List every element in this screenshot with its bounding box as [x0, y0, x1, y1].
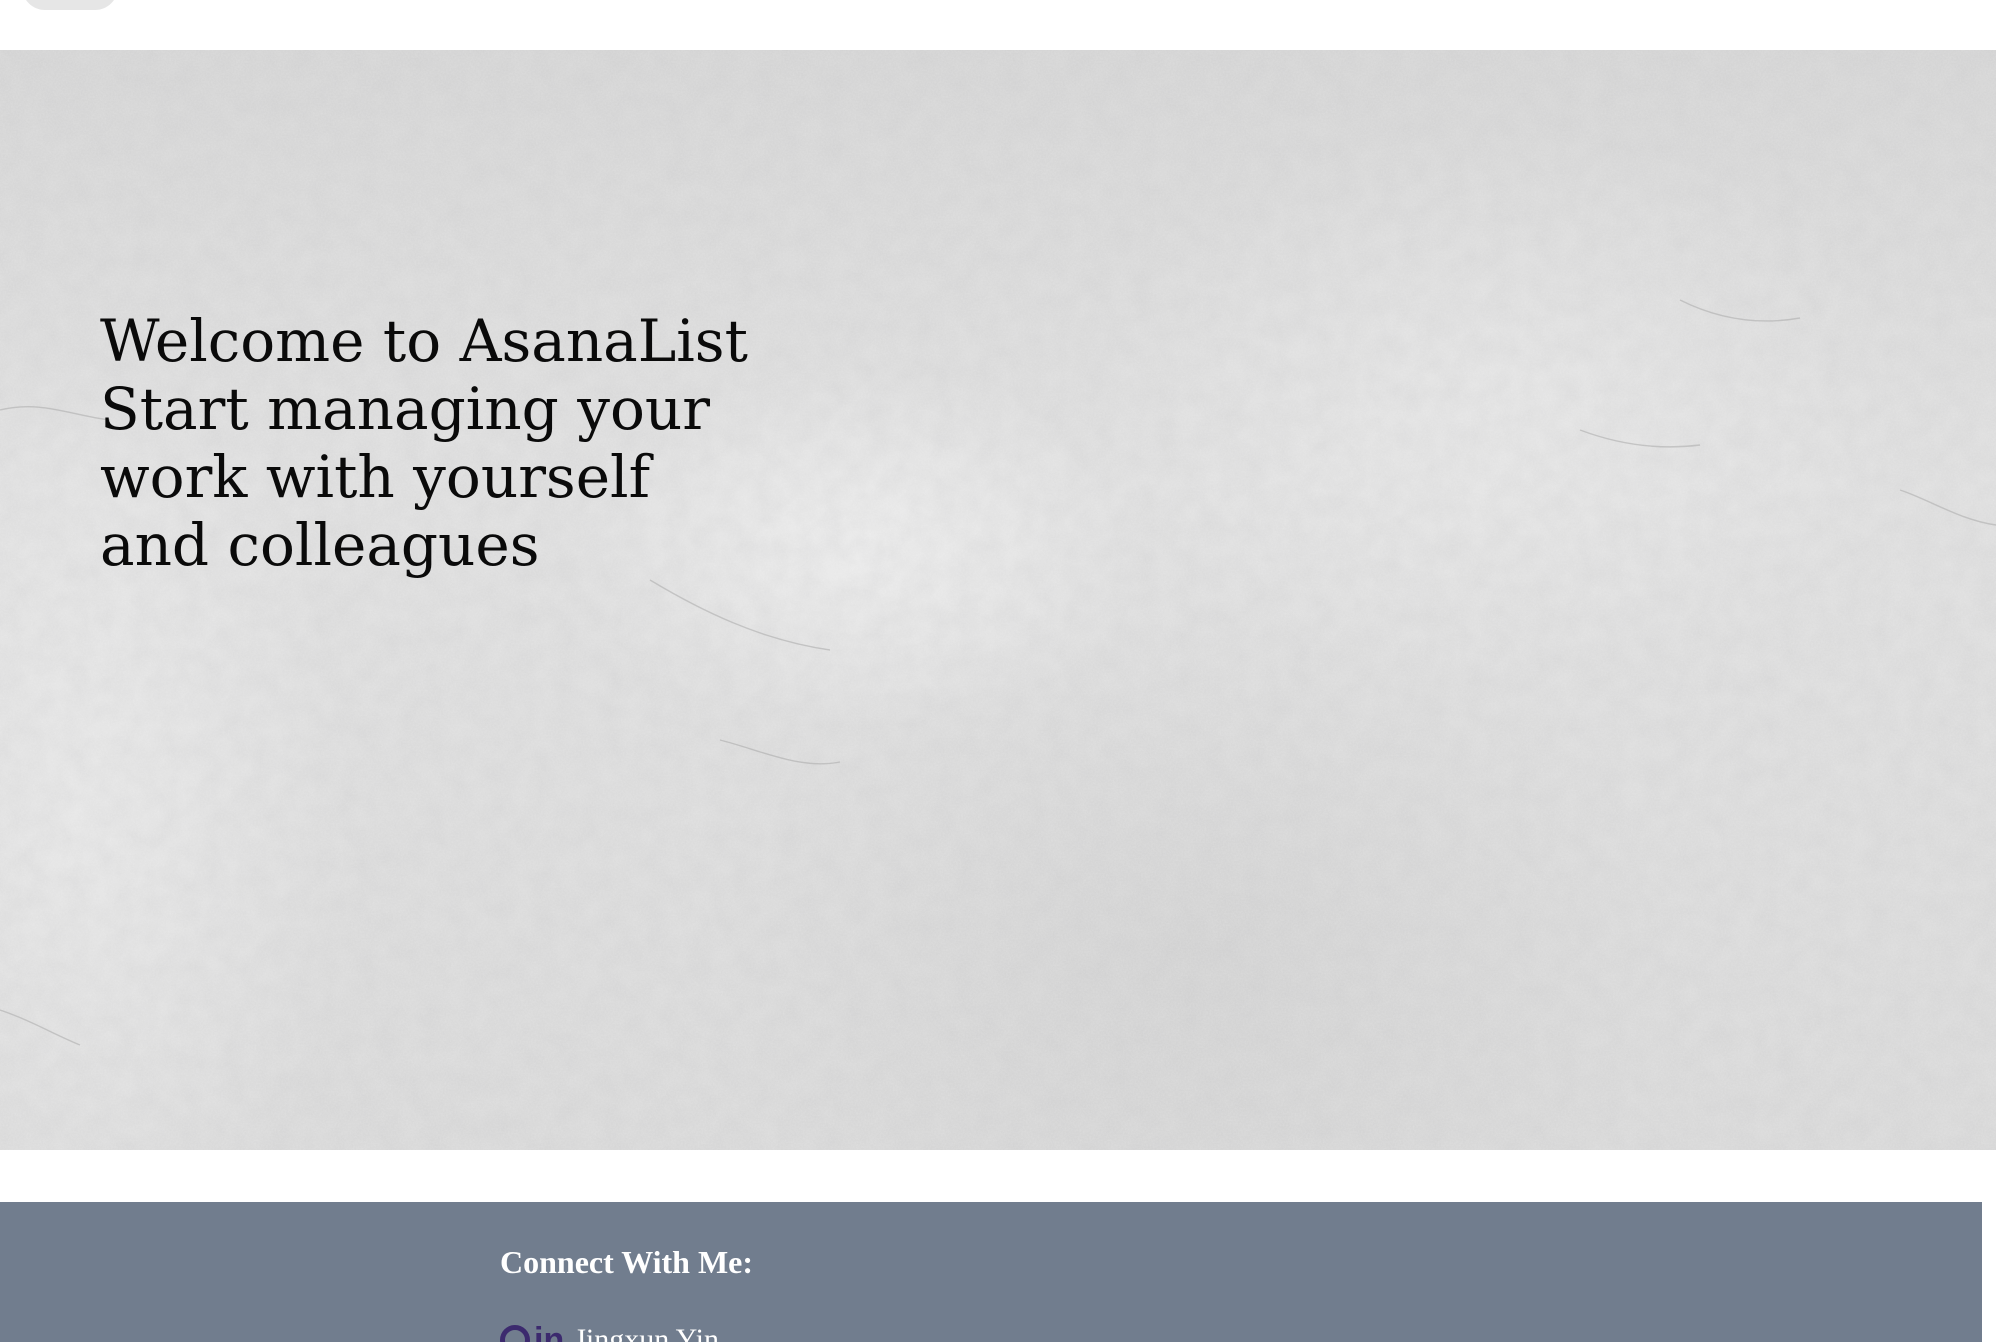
hero-line: work with yourself	[100, 443, 651, 511]
hero-headline: Welcome to AsanaList Start managing your…	[100, 307, 748, 579]
hero-line: and colleagues	[100, 511, 540, 579]
top-navbar	[0, 0, 1996, 50]
social-links: in Jingxun Yin	[500, 1320, 719, 1342]
wall-texture-background	[0, 50, 1996, 1150]
hero-section: Welcome to AsanaList Start managing your…	[0, 50, 1996, 1150]
github-icon[interactable]	[500, 1325, 530, 1342]
hero-line: Welcome to AsanaList	[100, 307, 748, 375]
linkedin-icon[interactable]: in	[534, 1320, 564, 1342]
navbar-pill-button[interactable]	[22, 0, 118, 10]
footer-heading: Connect With Me:	[500, 1244, 754, 1280]
page: Welcome to AsanaList Start managing your…	[0, 0, 1996, 1342]
author-name-link[interactable]: Jingxun Yin	[574, 1320, 719, 1342]
hero-line: Start managing your	[100, 375, 710, 443]
footer: Connect With Me: in Jingxun Yin	[0, 1202, 1982, 1342]
